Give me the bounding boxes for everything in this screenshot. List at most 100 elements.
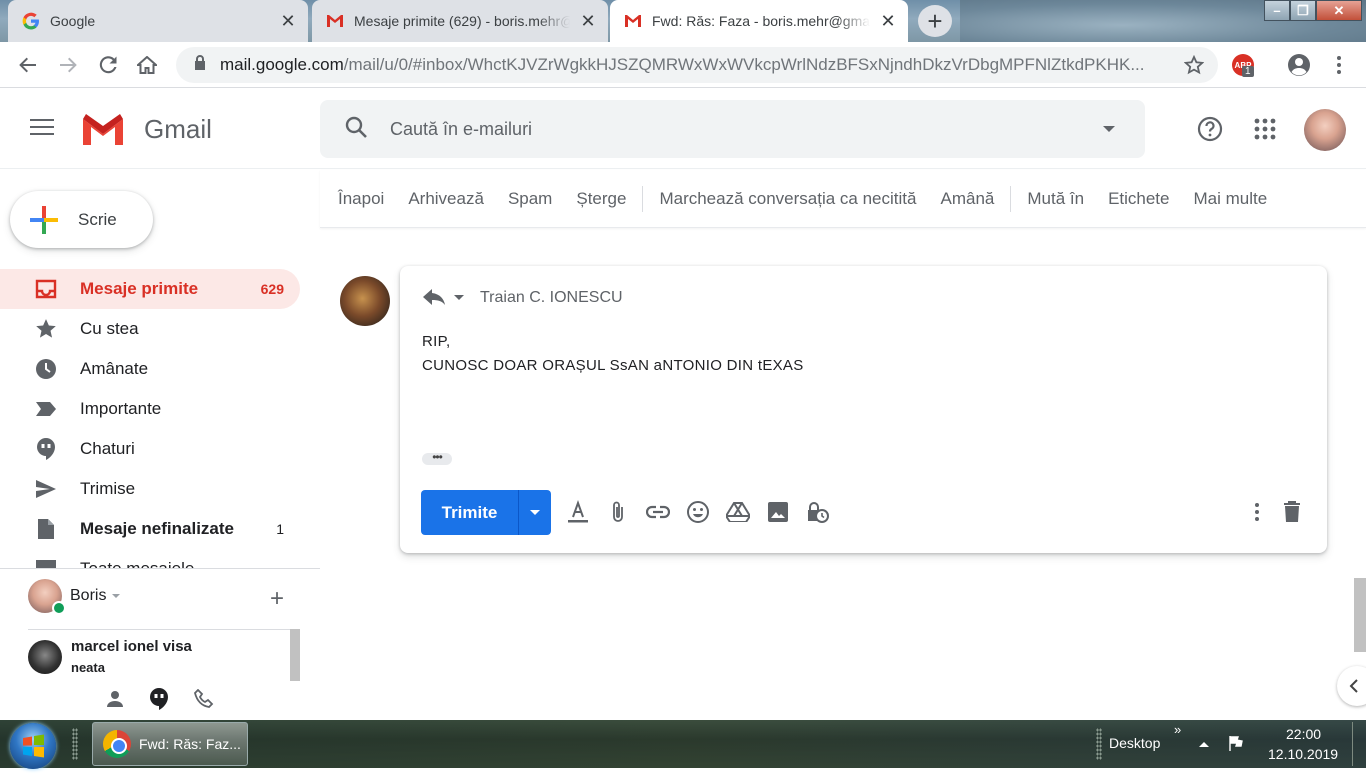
snooze-button[interactable]: Amână [928,189,1006,209]
maximize-button[interactable]: ❐ [1290,0,1316,21]
more-options-icon[interactable] [1244,499,1270,525]
chrome-menu-icon[interactable] [1330,55,1348,80]
tab-inbox[interactable]: Mesaje primite (629) - boris.mehr@gmail.… [312,0,608,42]
forward-button[interactable] [53,50,83,80]
minimize-button[interactable]: – [1264,0,1290,21]
tab-google[interactable]: Google ✕ [8,0,308,42]
desktop-toolbar-label[interactable]: Desktop [1109,735,1160,751]
new-tab-button[interactable]: + [918,5,952,37]
labels-button[interactable]: Etichete [1096,189,1181,209]
side-panel-toggle[interactable] [1337,666,1366,706]
start-button[interactable] [10,723,56,769]
online-status-icon [52,601,66,615]
reply-body-editor[interactable]: RIP, CUNOSC DOAR ORAȘUL SsAN aNTONIO DIN… [422,330,804,378]
discard-draft-icon[interactable] [1279,499,1305,525]
back-to-inbox-button[interactable]: Înapoi [320,189,396,209]
chevron-left-icon [1349,679,1358,693]
reply-arrow-icon [423,289,445,305]
star-icon [34,318,58,340]
search-icon[interactable] [344,115,368,144]
report-spam-button[interactable]: Spam [496,189,564,209]
send-options-button[interactable] [519,490,551,535]
google-drive-icon[interactable] [725,499,751,525]
sidebar-item-snoozed[interactable]: Amânate [0,349,300,389]
hangouts-contact[interactable]: marcel ionel visa neata [28,629,290,683]
more-button[interactable]: Mai multe [1182,189,1280,209]
formatting-options-icon[interactable] [565,499,591,525]
main-menu-icon[interactable] [30,119,54,140]
gmail-icon [624,12,642,30]
sidebar-item-label: Amânate [80,359,149,378]
tab-title: Google [50,13,96,29]
sidebar-item-all-mail[interactable]: Toate mesajele [0,549,300,568]
bookmark-star-icon[interactable] [1183,54,1205,80]
address-bar[interactable]: mail.google.com /mail/u/0/#inbox/WhctKJV… [176,47,1218,83]
send-button-group: Trimite [421,490,551,535]
clock-icon [34,358,58,380]
help-icon[interactable] [1197,116,1223,147]
show-hidden-icons-icon[interactable] [1199,742,1209,747]
apps-grid-icon[interactable] [1254,118,1276,145]
confidential-mode-icon[interactable] [805,499,831,525]
page-scrollbar[interactable] [1354,578,1366,652]
toolbar-divider [1010,185,1012,212]
taskbar-chrome-window[interactable]: Fwd: Răs: Faz... [92,722,248,766]
taskbar-window-title: Fwd: Răs: Faz... [139,736,241,752]
reload-button[interactable] [93,50,123,80]
show-trimmed-content-button[interactable]: ••• [422,451,452,465]
move-to-button[interactable]: Mută în [1015,189,1096,209]
tab-close-icon[interactable]: ✕ [278,11,298,31]
action-center-flag-icon[interactable] [1228,735,1244,756]
hangouts-scrollbar[interactable] [290,629,300,681]
reply-type-selector[interactable] [422,288,464,306]
sidebar-item-chats[interactable]: Chaturi [0,429,300,469]
body-line: RIP, [422,333,451,350]
sidebar-item-sent[interactable]: Trimise [0,469,300,509]
self-name: Boris [70,587,107,604]
reply-compose-box: Traian C. IONESCU RIP, CUNOSC DOAR ORAȘU… [400,266,1327,553]
sidebar-item-label: Trimise [80,479,136,498]
hangouts-tab-icon[interactable] [148,687,170,716]
profile-icon[interactable] [1287,53,1311,82]
browser-tab-strip: Google ✕ Mesaje primite (629) - boris.me… [0,0,1366,42]
clock-time[interactable]: 22:00 [1286,726,1321,742]
close-window-button[interactable]: ✕ [1316,0,1362,21]
tab-current-email[interactable]: Fwd: Răs: Faza - boris.mehr@gmail.com ✕ [610,0,908,42]
reload-icon [99,56,117,74]
sidebar-item-inbox[interactable]: Mesaje primite 629 [0,269,300,309]
emoji-icon[interactable] [685,499,711,525]
gmail-m-icon [83,114,123,145]
clock-date[interactable]: 12.10.2019 [1268,746,1338,762]
search-bar[interactable]: Caută în e-mailuri [320,100,1145,158]
new-conversation-icon[interactable]: + [270,587,284,611]
attach-file-icon[interactable] [605,499,631,525]
toolbar-expand-icon[interactable]: » [1174,722,1181,737]
insert-photo-icon[interactable] [765,499,791,525]
tab-close-icon[interactable]: ✕ [578,11,598,31]
sidebar-item-starred[interactable]: Cu stea [0,309,300,349]
adblock-extension-icon[interactable]: ABP 1 [1232,54,1256,78]
hangouts-self[interactable]: Boris [28,579,121,615]
insert-link-icon[interactable] [645,499,671,525]
show-desktop-button[interactable] [1352,722,1364,766]
home-button[interactable] [132,50,162,80]
status-dropdown-icon[interactable] [112,594,121,598]
extension-badge: 1 [1242,66,1254,77]
account-avatar[interactable] [1304,109,1346,151]
send-button[interactable]: Trimite [421,490,519,535]
compose-button[interactable]: Scrie [10,191,153,248]
reply-recipient[interactable]: Traian C. IONESCU [480,289,623,307]
compose-label: Scrie [78,209,117,229]
contacts-tab-icon[interactable] [106,690,124,713]
mark-unread-button[interactable]: Marchează conversația ca necitită [647,189,928,209]
delete-button[interactable]: Șterge [564,189,638,209]
phone-tab-icon[interactable] [194,688,214,714]
archive-button[interactable]: Arhivează [396,189,496,209]
tab-close-icon[interactable]: ✕ [878,11,898,31]
gmail-logo[interactable]: Gmail [80,111,212,147]
search-options-icon[interactable] [1103,126,1115,132]
send-icon [34,479,58,499]
sidebar-item-drafts[interactable]: Mesaje nefinalizate 1 [0,509,300,549]
sidebar-item-important[interactable]: Importante [0,389,300,429]
back-button[interactable] [13,50,43,80]
